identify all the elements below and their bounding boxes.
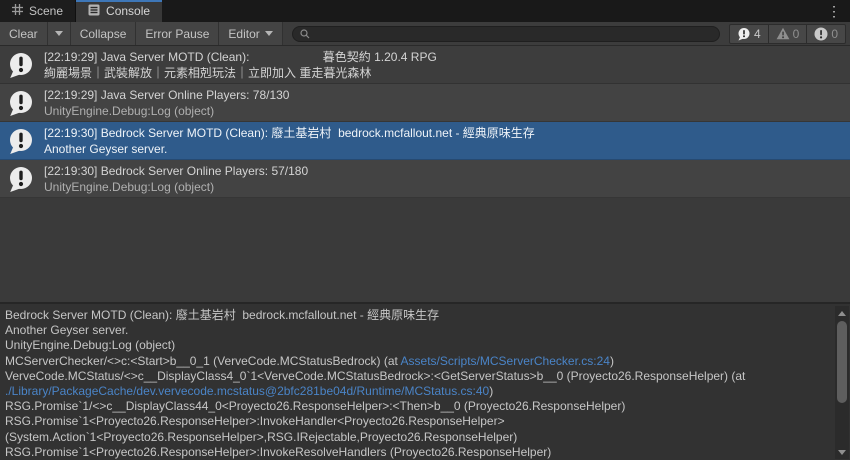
clear-dropdown-button[interactable]	[47, 22, 71, 45]
warning-icon	[776, 27, 790, 40]
log-line-2: UnityEngine.Debug:Log (object)	[44, 180, 215, 194]
log-list-empty-area	[0, 198, 850, 302]
log-line-2: Another Geyser server.	[44, 142, 168, 156]
log-counters: 4 0 0	[728, 23, 846, 44]
log-entry-java-players[interactable]: [22:19:29] Java Server Online Players: 7…	[0, 84, 850, 122]
editor-label: Editor	[228, 26, 260, 41]
tab-console[interactable]: Console	[76, 0, 163, 22]
info-icon	[7, 51, 35, 79]
detail-line: VerveCode.MCStatus/<>c__DisplayClass4_0`…	[5, 368, 749, 383]
error-count-button[interactable]: 0	[807, 23, 846, 44]
detail-line: RSG.Promise`1<Proyecto26.ResponseHelper>…	[5, 444, 552, 459]
log-line-1: [22:19:29] Java Server MOTD (Clean): 暮色契…	[44, 50, 437, 64]
info-icon	[7, 89, 35, 117]
log-entry-bedrock-motd[interactable]: [22:19:30] Bedrock Server MOTD (Clean): …	[0, 122, 850, 160]
search-field[interactable]	[291, 25, 720, 42]
detail-line: MCServerChecker/<>c:<Start>b__0_1 (Verve…	[5, 353, 614, 368]
log-entry-text: [22:19:30] Bedrock Server Online Players…	[44, 163, 844, 195]
detail-scrollbar[interactable]	[835, 306, 849, 459]
error-pause-button[interactable]: Error Pause	[136, 22, 220, 45]
clear-button[interactable]: Clear	[0, 22, 48, 45]
log-line-1: [22:19:30] Bedrock Server Online Players…	[44, 164, 309, 178]
console-icon	[88, 4, 100, 19]
log-line-2: 絢麗場景｜武裝解放｜元素相剋玩法｜立即加入 重走暮光森林	[44, 66, 372, 80]
tab-console-label: Console	[106, 4, 151, 18]
error-icon	[814, 27, 828, 41]
scrollbar-thumb[interactable]	[837, 321, 847, 403]
log-entry-text: [22:19:29] Java Server MOTD (Clean): 暮色契…	[44, 49, 844, 81]
info-icon	[7, 127, 35, 155]
tab-scene-label: Scene	[29, 4, 64, 18]
detail-line: ./Library/PackageCache/dev.vervecode.mcs…	[5, 384, 494, 399]
source-link[interactable]: Assets/Scripts/MCServerChecker.cs:24	[401, 354, 610, 368]
search-input[interactable]	[313, 26, 712, 41]
detail-line: (System.Action`1<Proyecto26.ResponseHelp…	[5, 429, 518, 444]
detail-line: UnityEngine.Debug:Log (object)	[5, 338, 176, 353]
detail-line: RSG.Promise`1/<>c__DisplayClass44_0<Proy…	[5, 399, 626, 414]
scroll-down-arrow[interactable]	[835, 446, 849, 458]
detail-line: Another Geyser server.	[5, 323, 129, 338]
log-list: [22:19:29] Java Server MOTD (Clean): 暮色契…	[0, 46, 850, 198]
toolbar-button-group: Clear Collapse Error Pause Editor	[0, 22, 283, 45]
log-line-1: [22:19:30] Bedrock Server MOTD (Clean): …	[44, 126, 535, 140]
info-count: 4	[753, 26, 761, 41]
unity-console-window: Scene Console ⋮ Clear Collapse Error Pau…	[0, 0, 850, 460]
chevron-down-icon	[54, 31, 63, 36]
detail-line: Bedrock Server MOTD (Clean): 廢土基岩村 bedro…	[5, 308, 440, 322]
chevron-down-icon	[264, 31, 273, 36]
info-icon	[737, 27, 751, 41]
info-count-button[interactable]: 4	[728, 23, 769, 44]
warning-count: 0	[792, 26, 800, 41]
tab-bar: Scene Console ⋮	[0, 0, 850, 22]
warning-count-button[interactable]: 0	[768, 23, 808, 44]
log-entry-text: [22:19:30] Bedrock Server MOTD (Clean): …	[44, 125, 844, 157]
error-count: 0	[831, 26, 838, 41]
log-entry-java-motd[interactable]: [22:19:29] Java Server MOTD (Clean): 暮色契…	[0, 46, 850, 84]
detail-line: RSG.Promise`1<Proyecto26.ResponseHelper>…	[5, 414, 505, 429]
tab-scene[interactable]: Scene	[0, 0, 77, 22]
log-line-2: UnityEngine.Debug:Log (object)	[44, 104, 215, 118]
grid-icon	[12, 4, 23, 18]
log-entry-text: [22:19:29] Java Server Online Players: 7…	[44, 87, 844, 119]
source-link[interactable]: ./Library/PackageCache/dev.vervecode.mcs…	[5, 384, 489, 398]
collapse-button[interactable]: Collapse	[70, 22, 137, 45]
editor-dropdown-button[interactable]: Editor	[219, 22, 283, 45]
info-icon	[7, 165, 35, 193]
log-line-1: [22:19:29] Java Server Online Players: 7…	[44, 88, 290, 102]
search-icon	[300, 28, 310, 39]
log-detail-pane: Bedrock Server MOTD (Clean): 廢土基岩村 bedro…	[0, 302, 850, 460]
kebab-menu-icon[interactable]: ⋮	[818, 0, 850, 22]
scroll-up-arrow[interactable]	[835, 307, 849, 319]
log-entry-bedrock-players[interactable]: [22:19:30] Bedrock Server Online Players…	[0, 160, 850, 198]
console-toolbar: Clear Collapse Error Pause Editor 4 0 0	[0, 22, 850, 46]
